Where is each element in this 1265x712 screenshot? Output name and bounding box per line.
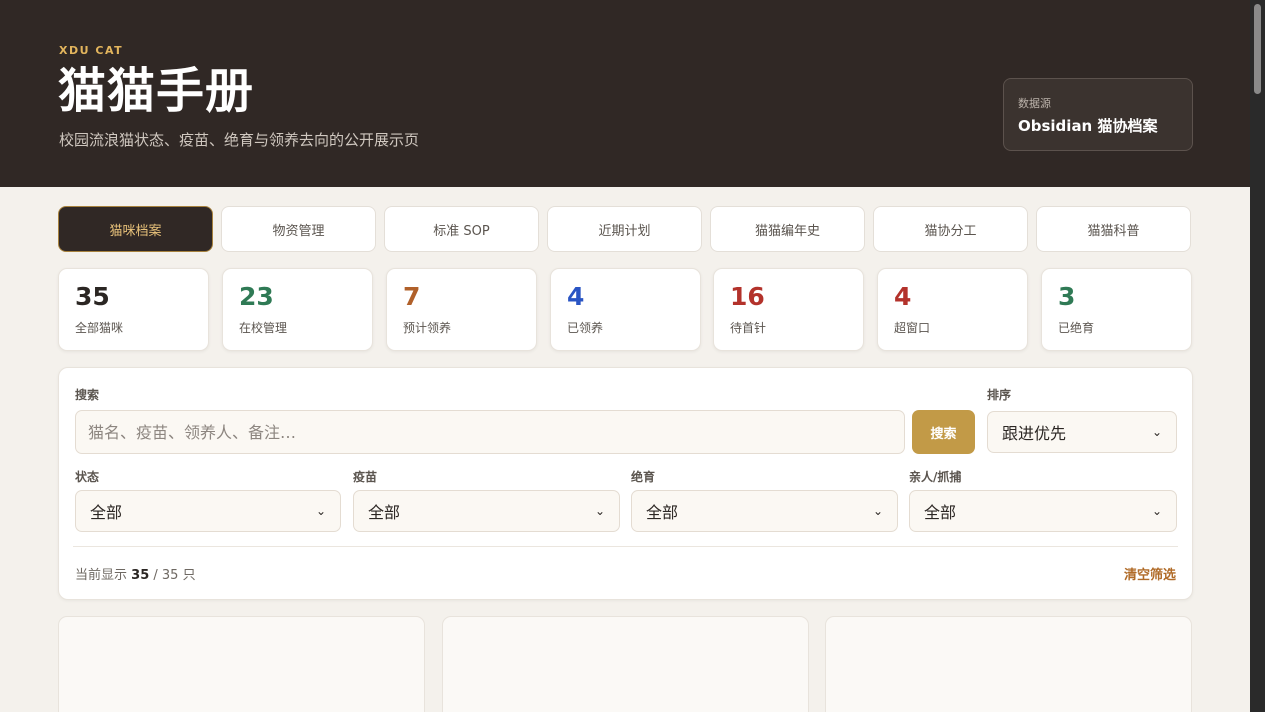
- vaccine-select[interactable]: 全部 ⌄: [353, 490, 620, 532]
- clear-filters-link[interactable]: 清空筛选: [1124, 564, 1176, 583]
- search-input[interactable]: [75, 410, 905, 454]
- vaccine-label: 疫苗: [353, 470, 378, 484]
- stat-label: 预计领养: [403, 321, 452, 335]
- stat-value: 16: [730, 282, 765, 311]
- neuter-value: 全部: [646, 503, 679, 522]
- tab-chronicle[interactable]: 猫猫编年史: [710, 206, 865, 252]
- status-select[interactable]: 全部 ⌄: [75, 490, 341, 532]
- status-value: 全部: [90, 503, 123, 522]
- scrollbar-thumb[interactable]: [1254, 4, 1261, 94]
- capture-value: 全部: [924, 503, 957, 522]
- stat-value: 35: [75, 282, 110, 311]
- sort-value: 跟进优先: [1002, 424, 1067, 443]
- stat-card-total: 35 全部猫咪: [58, 268, 209, 351]
- data-source-card: 数据源 Obsidian 猫协档案: [1003, 78, 1193, 151]
- stat-label: 超窗口: [894, 321, 931, 335]
- stat-label: 全部猫咪: [75, 321, 124, 335]
- filter-panel: 搜索 搜索 排序 跟进优先 ⌄ 状态 全部 ⌄ 疫苗 全部 ⌄ 绝育 全部 ⌄ …: [58, 367, 1193, 600]
- vaccine-value: 全部: [368, 503, 401, 522]
- main-tabs: 猫咪档案 物资管理 标准 SOP 近期计划 猫猫编年史 猫协分工 猫猫科普: [58, 206, 1193, 252]
- page-header: XDU CAT 猫猫手册 校园流浪猫状态、疫苗、绝育与领养去向的公开展示页 数据…: [0, 0, 1250, 187]
- tab-cat-profiles[interactable]: 猫咪档案: [58, 206, 213, 252]
- stat-label: 已绝育: [1058, 321, 1095, 335]
- tab-sop[interactable]: 标准 SOP: [384, 206, 539, 252]
- data-source-value: Obsidian 猫协档案: [1018, 117, 1158, 135]
- panel-divider: [73, 546, 1178, 547]
- page-title: 猫猫手册: [58, 63, 255, 119]
- data-source-label: 数据源: [1018, 97, 1051, 110]
- cat-card[interactable]: [58, 616, 425, 712]
- chevron-down-icon: ⌄: [1151, 504, 1162, 518]
- stat-label: 已领养: [567, 321, 604, 335]
- stat-card-on-campus: 23 在校管理: [222, 268, 373, 351]
- stat-value: 23: [239, 282, 274, 311]
- page-subtitle: 校园流浪猫状态、疫苗、绝育与领养去向的公开展示页: [59, 131, 420, 149]
- result-count: 当前显示 35 / 35 只: [75, 564, 196, 583]
- stat-value: 7: [403, 282, 421, 311]
- chevron-down-icon: ⌄: [1151, 425, 1162, 439]
- stat-card-expected-adoption: 7 预计领养: [386, 268, 537, 351]
- chevron-down-icon: ⌄: [872, 504, 883, 518]
- tab-division[interactable]: 猫协分工: [873, 206, 1028, 252]
- search-label: 搜索: [75, 388, 100, 402]
- stat-card-overdue: 4 超窗口: [877, 268, 1028, 351]
- stat-label: 待首针: [730, 321, 767, 335]
- cat-card[interactable]: [825, 616, 1192, 712]
- result-count-total: / 35 只: [153, 568, 196, 583]
- result-count-shown: 35: [131, 568, 150, 583]
- chevron-down-icon: ⌄: [594, 504, 605, 518]
- stat-card-neutered: 3 已绝育: [1041, 268, 1192, 351]
- capture-select[interactable]: 全部 ⌄: [909, 490, 1177, 532]
- search-button[interactable]: 搜索: [912, 410, 975, 454]
- neuter-label: 绝育: [631, 470, 656, 484]
- page: XDU CAT 猫猫手册 校园流浪猫状态、疫苗、绝育与领养去向的公开展示页 数据…: [0, 0, 1250, 712]
- stat-value: 3: [1058, 282, 1076, 311]
- stat-value: 4: [567, 282, 585, 311]
- capture-label: 亲人/抓捕: [909, 470, 962, 484]
- result-count-prefix: 当前显示: [75, 568, 128, 583]
- sort-label: 排序: [987, 388, 1012, 402]
- sort-select[interactable]: 跟进优先 ⌄: [987, 411, 1177, 453]
- stat-card-first-shot-pending: 16 待首针: [713, 268, 864, 351]
- stat-value: 4: [894, 282, 912, 311]
- neuter-select[interactable]: 全部 ⌄: [631, 490, 898, 532]
- stat-card-adopted: 4 已领养: [550, 268, 701, 351]
- tab-recent-plans[interactable]: 近期计划: [547, 206, 702, 252]
- status-label: 状态: [75, 470, 100, 484]
- chevron-down-icon: ⌄: [315, 504, 326, 518]
- brand-kicker: XDU CAT: [59, 44, 124, 57]
- tab-supplies[interactable]: 物资管理: [221, 206, 376, 252]
- page-scrollbar[interactable]: [1250, 0, 1265, 712]
- cat-card[interactable]: [442, 616, 809, 712]
- stat-label: 在校管理: [239, 321, 288, 335]
- tab-science[interactable]: 猫猫科普: [1036, 206, 1191, 252]
